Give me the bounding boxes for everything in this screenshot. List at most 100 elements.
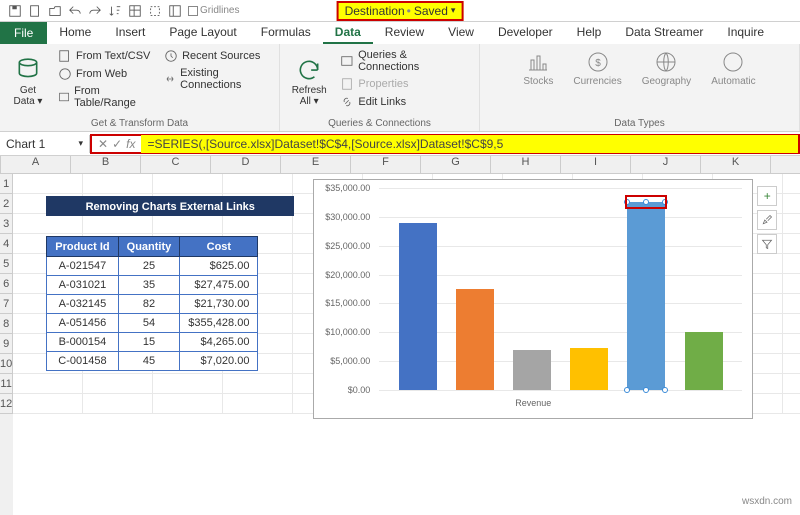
tab-home[interactable]: Home [47,22,103,44]
column-header[interactable]: B [71,156,141,174]
column-header[interactable]: G [421,156,491,174]
cell[interactable] [153,394,223,414]
table-cell[interactable]: A-031021 [47,276,118,295]
chart-bar[interactable] [399,223,437,390]
column-header[interactable]: K [701,156,771,174]
enter-icon[interactable]: ✓ [112,137,122,151]
table-cell[interactable]: 54 [118,314,180,333]
tab-developer[interactable]: Developer [486,22,565,44]
cell[interactable] [153,374,223,394]
chart[interactable]: $0.00$5,000.00$10,000.00$15,000.00$20,00… [313,179,753,419]
chart-bar[interactable] [570,348,608,390]
table-cell[interactable]: C-001458 [47,352,118,371]
table-cell[interactable]: 15 [118,333,180,352]
chart-bar[interactable] [513,350,551,390]
table-cell[interactable]: $21,730.00 [180,295,258,314]
tab-help[interactable]: Help [565,22,614,44]
row-header[interactable]: 6 [0,274,13,294]
cell[interactable] [783,254,800,274]
cell[interactable] [783,374,800,394]
row-header[interactable]: 12 [0,394,13,414]
cell[interactable] [153,214,223,234]
cell[interactable] [13,374,83,394]
row-header[interactable]: 11 [0,374,13,394]
cell[interactable] [783,394,800,414]
column-header[interactable]: A [1,156,71,174]
cell[interactable] [83,374,153,394]
chart-elements-button[interactable]: + [757,186,777,206]
currencies-datatype[interactable]: $Currencies [567,48,627,116]
from-text-csv[interactable]: From Text/CSV [56,48,154,64]
cell[interactable] [83,214,153,234]
recent-sources[interactable]: Recent Sources [162,48,271,64]
properties[interactable]: Properties [338,76,471,92]
chart-bar[interactable] [685,332,723,390]
geography-datatype[interactable]: Geography [636,48,697,116]
column-header[interactable]: C [141,156,211,174]
cell[interactable] [783,334,800,354]
chart-styles-button[interactable] [757,210,777,230]
chart-filter-button[interactable] [757,234,777,254]
cell[interactable] [83,394,153,414]
pivot-icon[interactable] [128,4,142,18]
cancel-icon[interactable]: ✕ [98,137,108,151]
new-icon[interactable] [28,4,42,18]
get-data-button[interactable]: GetData ▾ [8,48,48,116]
cell[interactable] [223,374,293,394]
tab-view[interactable]: View [436,22,486,44]
table-cell[interactable]: B-000154 [47,333,118,352]
chart-bar[interactable] [456,289,494,390]
cell[interactable] [223,394,293,414]
cell[interactable] [83,174,153,194]
freeze-icon[interactable] [168,4,182,18]
chevron-down-icon[interactable]: ▾ [78,138,83,149]
fx-icon[interactable]: fx [126,137,135,151]
redo-icon[interactable] [88,4,102,18]
tab-page-layout[interactable]: Page Layout [157,22,248,44]
table-cell[interactable]: 82 [118,295,180,314]
column-header[interactable]: I [561,156,631,174]
table-cell[interactable]: 25 [118,257,180,276]
tab-formulas[interactable]: Formulas [249,22,323,44]
edit-links[interactable]: Edit Links [338,94,471,110]
row-header[interactable]: 10 [0,354,13,374]
cell[interactable] [13,174,83,194]
queries-connections[interactable]: Queries & Connections [338,48,471,74]
table-cell[interactable]: $625.00 [180,257,258,276]
row-header[interactable]: 1 [0,174,13,194]
tab-data-streamer[interactable]: Data Streamer [613,22,715,44]
sort-icon[interactable] [108,4,122,18]
table-cell[interactable]: $7,020.00 [180,352,258,371]
chevron-down-icon[interactable]: ▾ [451,5,456,16]
automatic-datatype[interactable]: Automatic [705,48,761,116]
from-table-range[interactable]: From Table/Range [56,84,154,110]
row-header[interactable]: 4 [0,234,13,254]
column-header[interactable]: F [351,156,421,174]
row-header[interactable]: 5 [0,254,13,274]
file-tab[interactable]: File [0,22,47,44]
tab-insert[interactable]: Insert [103,22,157,44]
existing-connections[interactable]: Existing Connections [162,66,271,92]
cell[interactable] [223,214,293,234]
cell[interactable] [783,294,800,314]
table-cell[interactable]: $355,428.00 [180,314,258,333]
table-cell[interactable]: 35 [118,276,180,295]
cell[interactable] [13,214,83,234]
gridlines-toggle[interactable]: Gridlines [188,4,239,18]
formula-input[interactable]: =SERIES(,[Source.xlsx]Dataset!$C$4,[Sour… [141,135,798,153]
chart-bar[interactable] [627,202,665,390]
stocks-datatype[interactable]: Stocks [517,48,559,116]
column-header[interactable]: L [771,156,800,174]
row-header[interactable]: 9 [0,334,13,354]
from-web[interactable]: From Web [56,66,154,82]
column-header[interactable]: J [631,156,701,174]
cell[interactable] [783,354,800,374]
undo-icon[interactable] [68,4,82,18]
cell[interactable] [783,274,800,294]
refresh-all-button[interactable]: RefreshAll ▾ [288,48,330,116]
column-header[interactable]: D [211,156,281,174]
row-header[interactable]: 2 [0,194,13,214]
row-header[interactable]: 7 [0,294,13,314]
table-cell[interactable]: 45 [118,352,180,371]
table-cell[interactable]: $4,265.00 [180,333,258,352]
